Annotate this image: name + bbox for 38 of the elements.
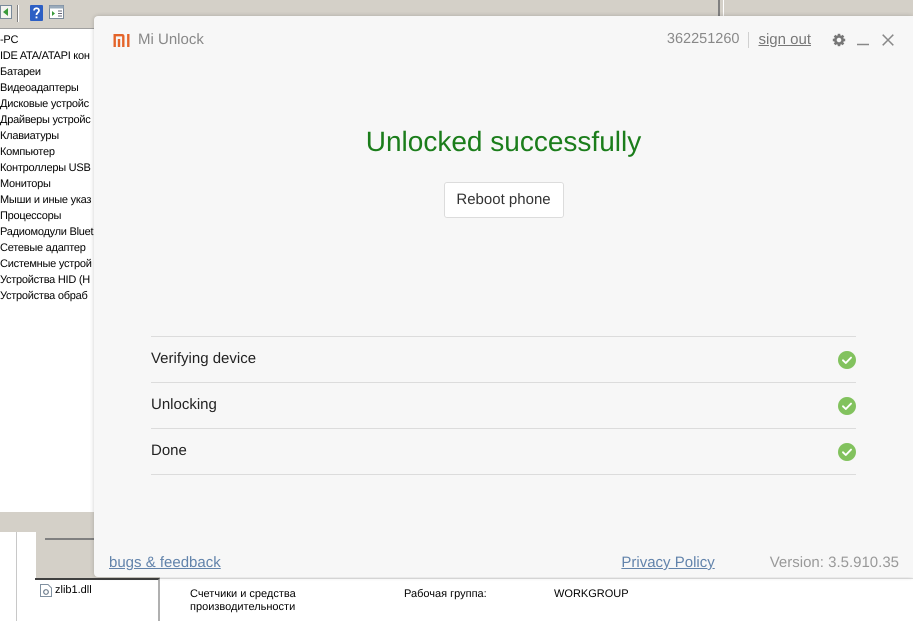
file-item[interactable]: zlib1.dll <box>55 582 92 598</box>
reboot-phone-button[interactable]: Reboot phone <box>444 182 564 218</box>
version-label: Version: 3.5.910.35 <box>770 553 899 573</box>
tree-item[interactable]: Устройства HID (H <box>0 272 90 288</box>
step-label: Verifying device <box>151 349 256 370</box>
account-id: 362251260 <box>666 30 740 50</box>
tree-item[interactable]: IDE ATA/ATAPI кон <box>0 48 90 64</box>
tree-item[interactable]: Радиомодули Bluet <box>0 224 94 240</box>
close-icon[interactable] <box>882 34 894 46</box>
workgroup-value: WORKGROUP <box>554 588 629 601</box>
tree-item[interactable]: Процессоры <box>0 208 62 224</box>
feedback-link[interactable]: bugs & feedback <box>109 553 221 573</box>
help-icon[interactable] <box>30 5 43 21</box>
tree-item[interactable]: Батареи <box>0 64 41 80</box>
tree-item[interactable]: Сетевые адаптер <box>0 240 86 256</box>
tree-item[interactable]: Контроллеры USB <box>0 160 91 176</box>
performance-label: Счетчики и средства производительности <box>190 588 297 614</box>
tree-item[interactable]: Драйверы устройс <box>0 112 91 128</box>
step-label: Unlocking <box>151 395 217 416</box>
tree-item[interactable]: Клавиатуры <box>0 128 59 144</box>
tree-item[interactable]: -PC <box>0 32 18 48</box>
settings-icon[interactable] <box>832 33 846 47</box>
tree-item[interactable]: Дисковые устройс <box>0 96 89 112</box>
tree-item[interactable]: Мониторы <box>0 176 51 192</box>
tree-item[interactable]: Компьютер <box>0 144 55 160</box>
tree-item[interactable]: Системные устрой <box>0 256 92 272</box>
tree-item[interactable]: Видеоадаптеры <box>0 80 79 96</box>
logo-icon <box>113 34 131 46</box>
status-heading: Unlocked successfully <box>366 125 642 159</box>
tree-item[interactable]: Мыши и иные указ <box>0 192 92 208</box>
sign-out-link[interactable]: sign out <box>758 28 811 52</box>
app-title: Mi Unlock <box>138 30 204 50</box>
workgroup-label: Рабочая группа: <box>404 588 488 601</box>
step-label: Done <box>151 441 187 462</box>
tree-item[interactable]: Устройства обраб <box>0 288 88 304</box>
privacy-policy-link[interactable]: Privacy Policy <box>621 553 715 573</box>
file-icon <box>40 584 52 597</box>
panel-icon[interactable] <box>49 5 64 19</box>
